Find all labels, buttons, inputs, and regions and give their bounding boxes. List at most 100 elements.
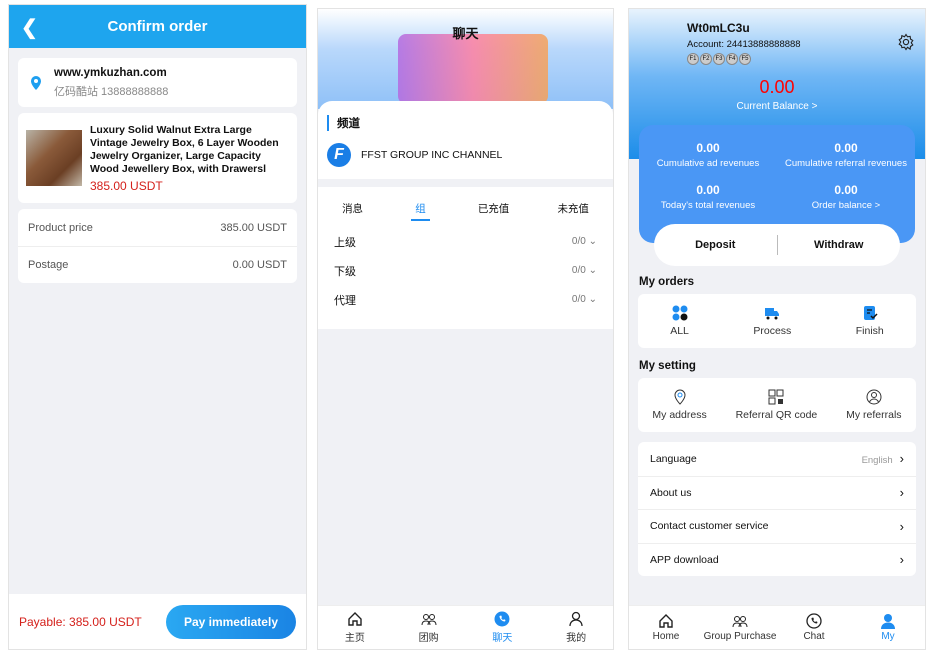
tab-messages[interactable]: 消息 <box>342 201 363 221</box>
menu-contact-service[interactable]: Contact customer service › <box>638 509 916 543</box>
my-setting-title: My setting <box>639 360 696 372</box>
account-number: Account: 24413888888888 <box>687 39 801 50</box>
username: Wt0mLC3u <box>687 21 750 35</box>
group-count: 0/0 <box>571 265 586 276</box>
location-pin-icon <box>31 75 41 90</box>
location-pin-icon <box>674 389 686 405</box>
truck-icon <box>765 308 780 320</box>
chat-title: 聊天 <box>452 26 479 41</box>
user-icon <box>569 611 583 627</box>
profile-screen: Wt0mLC3u Account: 24413888888888 F1 F2 F… <box>628 8 926 650</box>
deposit-button[interactable]: Deposit <box>654 239 777 251</box>
user-circle-icon <box>866 389 882 405</box>
payable-amount: Payable: 385.00 USDT <box>19 614 142 629</box>
badge: F2 <box>700 53 712 65</box>
confirm-order-screen: ❮ Confirm order www.ymkuzhan.com 亿码酷站 13… <box>8 4 307 650</box>
badge: F4 <box>726 53 738 65</box>
nav-label: 主页 <box>344 633 365 644</box>
chevron-down-icon: ⌄ <box>588 265 597 276</box>
group-subordinate[interactable]: 下级 0/0 ⌄ <box>318 256 613 285</box>
nav-home[interactable]: 主页 <box>318 606 392 649</box>
current-balance-link[interactable]: Current Balance > <box>629 101 925 112</box>
bottom-nav: Home Group Purchase Chat My <box>629 605 925 649</box>
chat-banner: 聊天 <box>318 9 613 109</box>
chevron-down-icon: ⌄ <box>588 294 597 305</box>
chevron-down-icon: ⌄ <box>588 236 597 247</box>
tab-not-recharged[interactable]: 未充值 <box>557 201 589 221</box>
gear-icon[interactable] <box>897 33 915 51</box>
group-icon <box>732 616 748 628</box>
postage-row: Postage 0.00 USDT <box>18 246 297 283</box>
menu-app-download[interactable]: APP download › <box>638 542 916 577</box>
banner-illustration <box>398 34 548 104</box>
group-count: 0/0 <box>571 236 586 247</box>
my-address[interactable]: My address <box>652 389 707 421</box>
nav-chat[interactable]: Chat <box>777 606 851 649</box>
group-icon <box>421 614 437 626</box>
row-label: Postage <box>28 259 69 271</box>
level-badges: F1 F2 F3 F4 F5 <box>687 53 751 65</box>
channel-heading: 频道 <box>327 115 613 131</box>
badge: F1 <box>687 53 699 65</box>
home-icon <box>659 614 673 628</box>
balance-value: 0.00 <box>759 77 795 97</box>
nav-group-purchase[interactable]: Group Purchase <box>703 606 777 649</box>
back-icon[interactable]: ❮ <box>21 15 38 40</box>
header: ❮ Confirm order <box>9 5 306 48</box>
deposit-withdraw-bar: Deposit Withdraw <box>654 224 900 266</box>
qr-code-icon <box>768 389 784 405</box>
row-value: 0.00 USDT <box>232 259 287 271</box>
nav-home[interactable]: Home <box>629 606 703 649</box>
address-contact: 亿码酷站 13888888888 <box>54 85 169 98</box>
chat-icon <box>494 611 510 627</box>
product-card: Luxury Solid Walnut Extra Large Vintage … <box>18 113 297 203</box>
channel-item[interactable]: F FFST GROUP INC CHANNEL <box>327 143 613 167</box>
groups-section: 消息 组 已充值 未充值 上级 0/0 ⌄ 下级 0/0 ⌄ 代理 0/0 ⌄ <box>318 187 613 329</box>
row-label: Product price <box>28 221 93 234</box>
menu-about-us[interactable]: About us › <box>638 475 916 510</box>
badge: F3 <box>713 53 725 65</box>
referral-qr-code[interactable]: Referral QR code <box>736 389 817 421</box>
product-image <box>26 130 82 186</box>
price-summary: Product price 385.00 USDT Postage 0.00 USD… <box>18 209 297 283</box>
nav-group[interactable]: 团购 <box>392 606 466 649</box>
badge: F5 <box>739 53 751 65</box>
nav-label: Chat <box>803 631 825 642</box>
nav-my[interactable]: My <box>851 606 925 649</box>
orders-finish[interactable]: Finish <box>856 305 884 337</box>
chat-icon <box>806 613 822 629</box>
chat-tabs: 消息 组 已充值 未充值 <box>318 187 613 221</box>
chat-screen: 聊天 频道 F FFST GROUP INC CHANNEL 消息 组 已充值 … <box>317 8 614 650</box>
withdraw-button[interactable]: Withdraw <box>778 239 901 251</box>
nav-label: My <box>881 631 895 642</box>
tab-group[interactable]: 组 <box>411 201 430 221</box>
row-value: 385.00 USDT <box>220 221 287 234</box>
user-icon <box>881 614 895 629</box>
group-label: 代理 <box>334 294 356 307</box>
chevron-right-icon: › <box>899 485 904 501</box>
group-agent[interactable]: 代理 0/0 ⌄ <box>318 285 613 314</box>
chevron-right-icon: › <box>899 451 904 467</box>
chevron-right-icon: › <box>899 518 904 534</box>
pay-immediately-button[interactable]: Pay immediately <box>165 604 296 639</box>
group-label: 上级 <box>334 236 356 249</box>
grid-icon <box>672 305 688 321</box>
nav-mine[interactable]: 我的 <box>539 606 613 649</box>
stat-ad-revenue: 0.00 Cumulative ad revenues <box>656 141 760 169</box>
group-superior[interactable]: 上级 0/0 ⌄ <box>318 227 613 256</box>
menu-language[interactable]: Language English › <box>638 442 916 476</box>
address-card[interactable]: www.ymkuzhan.com 亿码酷站 13888888888 <box>18 58 297 107</box>
my-referrals[interactable]: My referrals <box>846 389 902 421</box>
home-icon <box>348 612 362 626</box>
orders-all[interactable]: ALL <box>670 305 689 337</box>
bottom-nav: 主页 团购 聊天 我的 <box>318 605 613 649</box>
stat-order-balance[interactable]: 0.00 Order balance > <box>777 183 915 211</box>
nav-label: 聊天 <box>492 633 513 644</box>
nav-label: 我的 <box>566 633 587 644</box>
nav-chat[interactable]: 聊天 <box>466 606 540 649</box>
orders-process[interactable]: Process <box>753 305 791 337</box>
tab-recharged[interactable]: 已充值 <box>478 201 510 221</box>
address-site: www.ymkuzhan.com <box>54 66 167 79</box>
orders-card: ALL Process Finish <box>638 294 916 348</box>
stat-referral-revenue: 0.00 Cumulative referral revenues <box>785 141 907 169</box>
